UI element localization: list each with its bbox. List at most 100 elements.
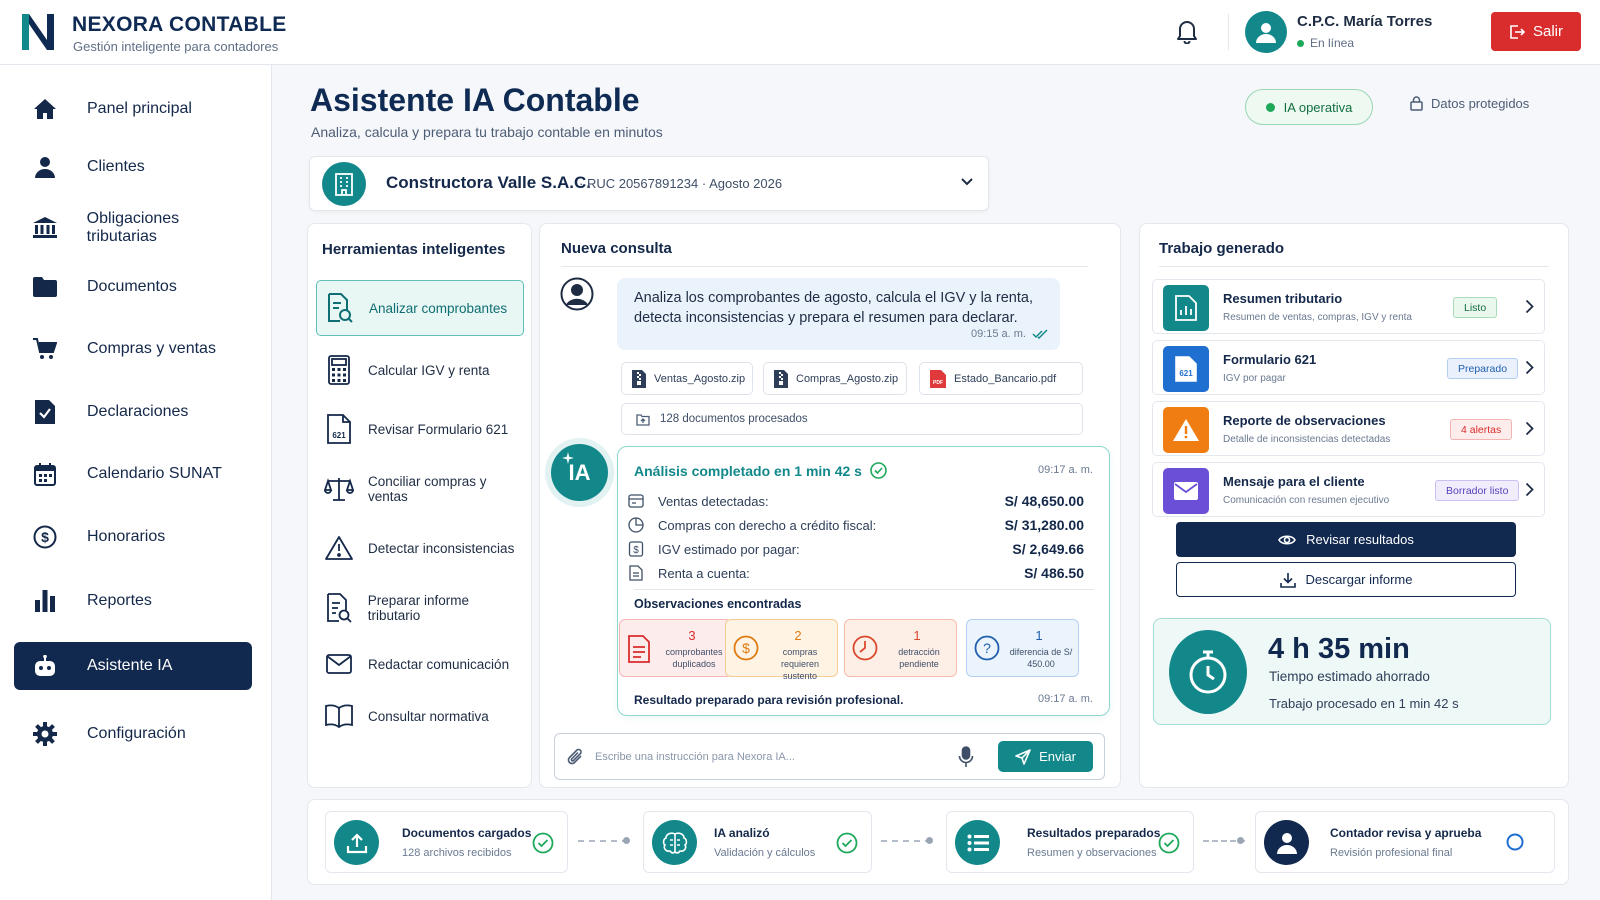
workflow-step-title: Documentos cargados: [402, 826, 532, 840]
send-button[interactable]: Enviar: [998, 741, 1093, 772]
metric-value: S/ 486.50: [1024, 565, 1084, 581]
sidebar-item-calendario[interactable]: Calendario SUNAT: [14, 450, 252, 498]
tool-label: Preparar informe tributario: [367, 593, 470, 623]
upload-icon: [334, 820, 379, 865]
sidebar-item-label: Asistente IA: [87, 657, 173, 674]
building-icon: [322, 162, 366, 206]
divider: [561, 266, 1088, 267]
sidebar-item-reportes[interactable]: Reportes: [14, 577, 252, 625]
file-chip[interactable]: Compras_Agosto.zip: [763, 362, 907, 395]
scale-icon: [324, 473, 354, 505]
brain-icon: [652, 820, 697, 865]
observation-card-duplicados[interactable]: 3 comprobantes duplicados: [619, 619, 732, 677]
eye-icon: [1278, 534, 1297, 545]
work-item-resumen[interactable]: Resumen tributario Resumen de ventas, co…: [1152, 279, 1545, 334]
review-results-button[interactable]: Revisar resultados: [1176, 522, 1516, 557]
svg-text:621: 621: [332, 431, 346, 440]
user-icon: [30, 154, 60, 180]
tool-preparar-informe[interactable]: Preparar informe tributario: [316, 580, 524, 636]
workflow-panel: Documentos cargados 128 archivos recibid…: [307, 799, 1569, 885]
sidebar-item-asistente-ia[interactable]: Asistente IA: [14, 642, 252, 690]
security-indicator: Datos protegidos: [1410, 96, 1529, 111]
receipt-icon: [626, 491, 646, 511]
check-circle-icon: [836, 832, 858, 854]
user-name: C.P.C. María Torres: [1297, 13, 1433, 30]
tool-detectar-inconsistencias[interactable]: Detectar inconsistencias: [316, 520, 524, 576]
status-dot-icon: [1265, 102, 1275, 112]
divider: [1228, 14, 1229, 50]
sidebar-item-clientes[interactable]: Clientes: [14, 143, 252, 191]
time-saved-label: Tiempo estimado ahorrado: [1269, 669, 1430, 684]
tool-analizar-comprobantes[interactable]: Analizar comprobantes: [316, 280, 524, 336]
download-report-button[interactable]: Descargar informe: [1176, 562, 1516, 597]
client-selector[interactable]: Constructora Valle S.A.C. · RUC 20567891…: [309, 156, 989, 211]
tool-revisar-formulario[interactable]: 621 Revisar Formulario 621: [316, 401, 524, 457]
work-item-subtitle: IGV por pagar: [1223, 373, 1286, 384]
tool-consultar-normativa[interactable]: Consultar normativa: [316, 688, 524, 744]
tool-calcular-igv[interactable]: Calcular IGV y renta: [316, 342, 524, 398]
work-item-formulario[interactable]: 621 Formulario 621 IGV por pagar Prepara…: [1152, 340, 1545, 395]
workflow-connector: [578, 840, 628, 842]
sidebar-item-declaraciones[interactable]: Declaraciones: [14, 388, 252, 436]
review-results-label: Revisar resultados: [1306, 532, 1414, 547]
time-saved-value: 4 h 35 min: [1268, 633, 1410, 665]
divider: [1159, 266, 1549, 267]
sidebar-item-compras-ventas[interactable]: Compras y ventas: [14, 325, 252, 373]
result-title: Análisis completado en 1 min 42 s: [634, 462, 887, 479]
sidebar-item-obligaciones[interactable]: Obligaciones tributarias: [14, 204, 252, 252]
warning-icon: [324, 532, 354, 564]
svg-text:$: $: [742, 640, 750, 656]
pie-icon: [626, 515, 646, 535]
dollar-circle-icon: $: [30, 524, 60, 550]
document-search-icon: [325, 292, 355, 324]
work-item-mensaje[interactable]: Mensaje para el cliente Comunicación con…: [1152, 462, 1545, 517]
bell-icon[interactable]: [1175, 18, 1199, 44]
avatar[interactable]: [1245, 11, 1287, 53]
sidebar-item-label: Calendario SUNAT: [87, 465, 222, 482]
logo-icon: [20, 10, 56, 52]
result-footer: Resultado preparado para revisión profes…: [634, 693, 904, 707]
sidebar-item-panel-principal[interactable]: Panel principal: [14, 85, 252, 133]
tool-conciliar[interactable]: Conciliar compras y ventas: [316, 461, 524, 517]
workflow-step-title: Resultados preparados: [1027, 826, 1161, 840]
home-icon: [30, 96, 60, 122]
chevron-down-icon[interactable]: [960, 177, 974, 187]
logout-button[interactable]: Salir: [1491, 12, 1581, 51]
calendar-icon: [30, 461, 60, 487]
sidebar-item-honorarios[interactable]: $ Honorarios: [14, 513, 252, 561]
paperclip-icon[interactable]: [567, 747, 585, 767]
top-bar: NEXORA CONTABLE Gestión inteligente para…: [0, 0, 1600, 65]
observation-card-sustento[interactable]: $ 2 compras requieren sustento: [725, 619, 838, 681]
metric-value: S/ 48,650.00: [1004, 493, 1084, 509]
metric-igv: $ IGV estimado por pagar: S/ 2,649.66: [626, 537, 1084, 561]
sidebar-item-configuracion[interactable]: Configuración: [14, 710, 252, 758]
online-dot-icon: [1297, 39, 1304, 47]
tools-title: Herramientas inteligentes: [322, 241, 506, 258]
work-item-subtitle: Detalle de inconsistencias detectadas: [1223, 434, 1391, 445]
bar-chart-icon: [30, 588, 60, 614]
work-item-observaciones[interactable]: Reporte de observaciones Detalle de inco…: [1152, 401, 1545, 456]
sidebar-item-documentos[interactable]: Documentos: [14, 263, 252, 311]
divider: [634, 589, 1094, 590]
workflow-step-documentos: Documentos cargados 128 archivos recibid…: [325, 811, 568, 873]
calculator-icon: [324, 354, 354, 386]
document-check-icon: [30, 399, 60, 425]
time-saved-card: 4 h 35 min Tiempo estimado ahorrado Trab…: [1153, 618, 1551, 725]
tool-label: Calcular IGV y renta: [368, 362, 490, 378]
observation-card-detraccion[interactable]: 1 detracción pendiente: [844, 619, 957, 677]
work-panel: Trabajo generado Resumen tributario Resu…: [1139, 223, 1569, 788]
user-status-label: En línea: [1310, 36, 1355, 50]
zip-file-icon: [774, 369, 788, 388]
status-badge: Preparado: [1447, 358, 1519, 379]
chevron-right-icon: [1525, 360, 1534, 375]
file-chip[interactable]: PDF Estado_Bancario.pdf: [919, 362, 1083, 395]
observation-text: diferencia de S/ 450.00: [1009, 647, 1073, 669]
tool-redactar-comunicacion[interactable]: Redactar comunicación: [316, 636, 524, 692]
chat-input[interactable]: [595, 746, 935, 768]
microphone-icon[interactable]: [958, 746, 974, 768]
page-subtitle: Analiza, calcula y prepara tu trabajo co…: [311, 124, 663, 140]
work-item-subtitle: Comunicación con resumen ejecutivo: [1223, 495, 1390, 506]
file-chip[interactable]: Ventas_Agosto.zip: [621, 362, 753, 395]
observation-card-diferencia[interactable]: ? 1 diferencia de S/ 450.00: [966, 619, 1079, 677]
metric-label: Ventas detectadas:: [658, 493, 769, 509]
